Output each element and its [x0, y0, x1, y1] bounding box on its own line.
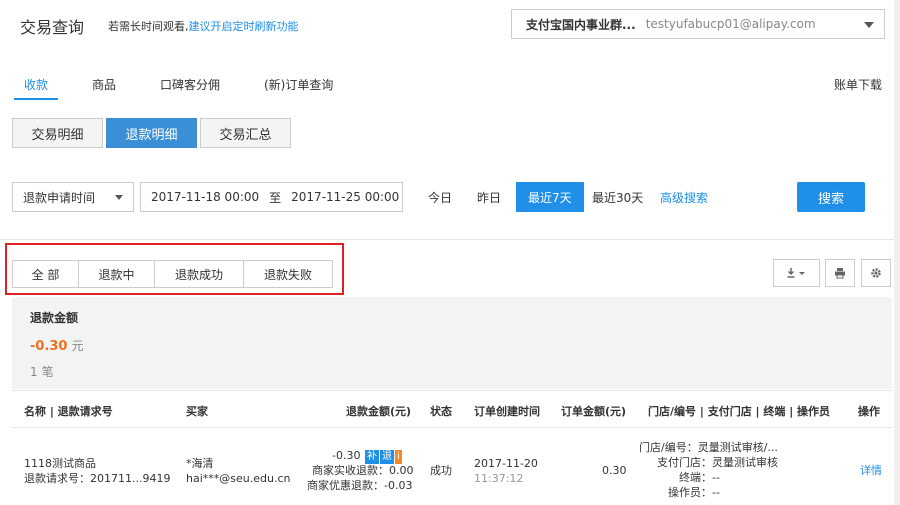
refresh-hint: 若需长时间观看,建议开启定时刷新功能 — [108, 18, 299, 34]
refund-request-no: 退款请求号：201711...9419 — [24, 472, 171, 485]
refund-amount-value: -0.30 — [30, 339, 68, 354]
supplement-tag: 补 — [364, 450, 379, 464]
refund-count: 1 笔 — [30, 365, 54, 379]
download-dropdown-button[interactable] — [773, 259, 820, 287]
date-range-separator: 至 — [269, 190, 282, 205]
download-icon — [787, 268, 805, 278]
subtab-transaction-summary[interactable]: 交易汇总 — [200, 118, 291, 148]
account-name: 支付宝国内事业群... — [526, 17, 636, 32]
row-refund-amount-value: -0.30 — [332, 449, 361, 462]
col-buyer: 买家 — [186, 405, 208, 418]
col-refund-amount: 退款金额(元) — [346, 405, 412, 418]
bill-download-link[interactable]: 账单下载 — [834, 76, 882, 93]
time-type-value: 退款申请时间 — [23, 190, 96, 205]
merchant-refund: 商家实收退款：0.00 — [312, 464, 414, 477]
operator: 操作员：-- — [668, 486, 720, 499]
col-order-time: 订单创建时间 — [474, 405, 540, 418]
tab-products[interactable]: 商品 — [92, 76, 116, 100]
gear-icon — [871, 268, 881, 278]
quick-last7-button[interactable]: 最近7天 — [516, 182, 584, 212]
print-icon — [835, 268, 845, 279]
order-time: 11:37:12 — [474, 472, 524, 485]
store-number: 门店/编号：灵量测试审核/... — [639, 441, 778, 454]
tab-koubei-commission[interactable]: 口碑客分佣 — [160, 76, 220, 100]
pay-store: 支付门店：灵量测试审核 — [657, 456, 778, 469]
col-order-amount: 订单金额(元) — [561, 405, 627, 418]
date-start[interactable]: 2017-11-18 00:00 — [151, 190, 259, 204]
main-nav: 收款 商品 口碑客分佣 (新)订单查询 账单下载 — [0, 76, 900, 102]
col-status: 状态 — [430, 405, 452, 418]
refund-amount-label: 退款金额 — [30, 311, 79, 325]
time-type-select[interactable]: 退款申请时间 — [12, 182, 134, 212]
order-date: 2017-11-20 — [474, 457, 538, 470]
date-end[interactable]: 2017-11-25 00:00 — [291, 190, 399, 204]
col-name: 名称 | 退款请求号 — [24, 405, 113, 418]
refund-summary: 退款金额 -0.30 元 1 笔 — [12, 297, 892, 389]
tab-new-order-query[interactable]: (新)订单查询 — [264, 76, 333, 100]
refund-tag: 退 — [379, 450, 394, 464]
print-button[interactable] — [825, 259, 855, 287]
info-icon[interactable]: i — [394, 450, 402, 464]
chevron-down-icon — [115, 195, 123, 200]
date-range-input[interactable]: 2017-11-18 00:00 至 2017-11-25 00:00 — [140, 182, 403, 212]
refresh-hint-text: 若需长时间观看, — [108, 20, 189, 33]
quick-today-button[interactable]: 今日 — [428, 182, 452, 212]
buyer-email: hai***@seu.edu.cn — [186, 472, 291, 485]
quick-yesterday-button[interactable]: 昨日 — [477, 182, 501, 212]
row-refund-amount: -0.30 补退i — [332, 449, 402, 464]
account-selector[interactable]: 支付宝国内事业群... testyufabucp01@alipay.com — [511, 9, 885, 39]
divider — [0, 239, 900, 240]
tab-receipts[interactable]: 收款 — [14, 76, 59, 100]
row-order-amount: 0.30 — [602, 464, 627, 477]
col-store-info: 门店/编号 | 支付门店 | 终端 | 操作员 — [648, 405, 831, 418]
account-email: testyufabucp01@alipay.com — [645, 17, 816, 31]
highlight-box — [5, 243, 344, 295]
page-title: 交易查询 — [20, 18, 85, 37]
quick-last30-button[interactable]: 最近30天 — [592, 182, 643, 212]
settings-button[interactable] — [861, 259, 891, 287]
refresh-setting-link[interactable]: 建议开启定时刷新功能 — [189, 20, 299, 33]
search-button[interactable]: 搜索 — [797, 182, 865, 212]
subtab-group: 交易明细 退款明细 交易汇总 — [12, 118, 294, 148]
table-header: 名称 | 退款请求号 买家 退款金额(元) 状态 订单创建时间 订单金额(元) … — [12, 390, 892, 428]
advanced-search-link[interactable]: 高级搜索 — [660, 182, 708, 212]
scrollbar[interactable] — [894, 0, 900, 505]
subtab-transaction-detail[interactable]: 交易明细 — [12, 118, 103, 148]
detail-link[interactable]: 详情 — [860, 464, 882, 478]
chevron-down-icon — [864, 22, 874, 28]
refund-amount-unit: 元 — [71, 339, 84, 353]
refund-amount: -0.30 元 — [30, 337, 84, 354]
table-row: 1118测试商品 退款请求号：201711...9419 *海清 hai***@… — [12, 429, 892, 505]
buyer-name: *海清 — [186, 457, 214, 470]
product-name: 1118测试商品 — [24, 457, 96, 470]
merchant-discount-refund: 商家优惠退款：-0.03 — [307, 479, 413, 492]
col-action: 操作 — [858, 405, 880, 418]
row-status: 成功 — [430, 464, 452, 477]
terminal: 终端：-- — [679, 471, 720, 484]
subtab-refund-detail[interactable]: 退款明细 — [106, 118, 197, 148]
